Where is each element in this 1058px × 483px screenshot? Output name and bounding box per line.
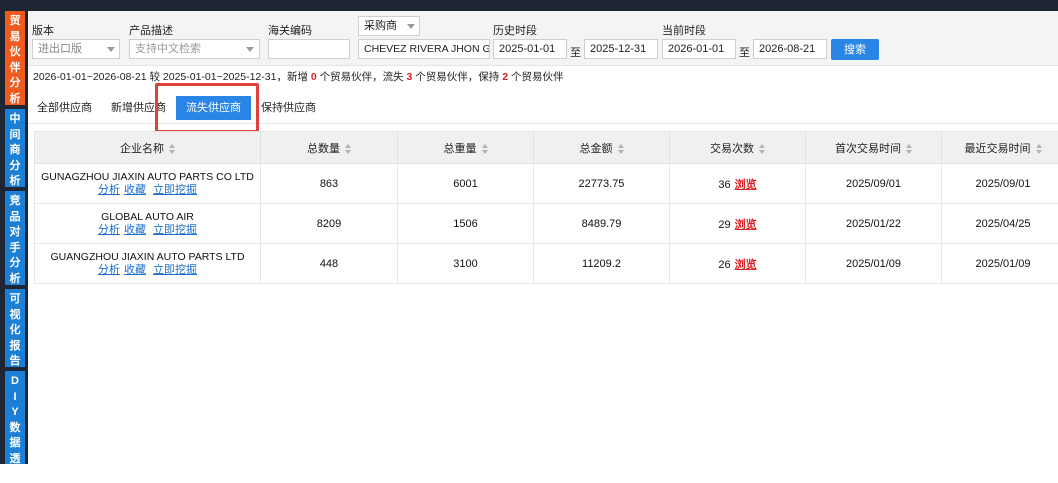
current-to-label: 至 [739, 44, 750, 60]
column-header-first-trade[interactable]: 首次交易时间 [806, 132, 942, 164]
version-select-value: 进出口版 [38, 43, 82, 55]
side-tab-visual-report[interactable]: 可视化报告 [5, 289, 25, 367]
quantity-cell: 863 [261, 164, 398, 204]
buyer-type-select[interactable]: 采购商 [358, 16, 420, 36]
chevron-down-icon [246, 47, 254, 52]
mine-now-link[interactable]: 立即挖掘 [153, 264, 197, 276]
side-tab-diy-pivot[interactable]: DIY数据透视 [5, 371, 25, 464]
current-end-date[interactable]: 2026-08-21 [753, 39, 827, 59]
favorite-link[interactable]: 收藏 [124, 184, 146, 196]
product-input[interactable]: 支持中文检索 [129, 39, 260, 59]
quantity-cell: 448 [261, 244, 398, 284]
trade-count-cell: 29 浏览 [670, 204, 806, 244]
product-label: 产品描述 [129, 22, 173, 38]
company-cell: GUANGZHOU JIAXIN AUTO PARTS LTD 分析收藏 立即挖… [35, 244, 261, 284]
buyer-input-value: CHEVEZ RIVERA JHON G [364, 43, 490, 55]
comparison-summary: 2026-01-01~2026-08-21 较 2025-01-01~2025-… [33, 69, 564, 84]
sort-icon[interactable] [1036, 144, 1042, 154]
hs-code-label: 海关编码 [268, 22, 312, 38]
trade-count-cell: 26 浏览 [670, 244, 806, 284]
table-header-row: 企业名称 总数量 总重量 总金额 交易次数 首次交易时间 最近交易时间 [35, 132, 1058, 164]
row-actions: 分析收藏 立即挖掘 [35, 224, 260, 237]
side-nav: 贸易伙伴分析 中间商分析 竞品对手分析 可视化报告 DIY数据透视 [0, 11, 28, 464]
buyer-input[interactable]: CHEVEZ RIVERA JHON G [358, 39, 490, 59]
side-tab-intermediary-analysis[interactable]: 中间商分析 [5, 109, 25, 187]
tab-kept-suppliers[interactable]: 保持供应商 [261, 96, 316, 120]
sort-icon[interactable] [759, 144, 765, 154]
company-cell: GLOBAL AUTO AIR 分析收藏 立即挖掘 [35, 204, 261, 244]
supplier-table: 企业名称 总数量 总重量 总金额 交易次数 首次交易时间 最近交易时间 GUNA… [34, 131, 1058, 284]
current-start-date[interactable]: 2026-01-01 [662, 39, 736, 59]
chevron-down-icon [107, 47, 115, 52]
sort-icon[interactable] [345, 144, 351, 154]
sort-icon[interactable] [169, 144, 175, 154]
company-cell: GUNAGZHOU JIAXIN AUTO PARTS CO LTD 分析收藏 … [35, 164, 261, 204]
table-row: GLOBAL AUTO AIR 分析收藏 立即挖掘 8209 1506 8489… [35, 204, 1058, 244]
column-header-company[interactable]: 企业名称 [35, 132, 261, 164]
mine-now-link[interactable]: 立即挖掘 [153, 224, 197, 236]
view-link[interactable]: 浏览 [735, 259, 757, 271]
amount-cell: 8489.79 [534, 204, 670, 244]
history-to-label: 至 [570, 44, 581, 60]
table-row: GUANGZHOU JIAXIN AUTO PARTS LTD 分析收藏 立即挖… [35, 244, 1058, 284]
column-header-last-trade[interactable]: 最近交易时间 [942, 132, 1058, 164]
trade-count-cell: 36 浏览 [670, 164, 806, 204]
sort-icon[interactable] [618, 144, 624, 154]
analyze-link[interactable]: 分析 [98, 264, 120, 276]
trade-count: 29 [718, 219, 730, 231]
chevron-down-icon [407, 24, 415, 29]
top-bar [0, 0, 1058, 11]
view-link[interactable]: 浏览 [735, 219, 757, 231]
last-trade-cell: 2025/09/01 [942, 164, 1058, 204]
trade-count: 36 [718, 179, 730, 191]
quantity-cell: 8209 [261, 204, 398, 244]
first-trade-cell: 2025/01/09 [806, 244, 942, 284]
weight-cell: 3100 [398, 244, 534, 284]
company-name: GLOBAL AUTO AIR [35, 211, 260, 224]
side-tab-competitor-analysis[interactable]: 竞品对手分析 [5, 191, 25, 285]
sort-icon[interactable] [906, 144, 912, 154]
favorite-link[interactable]: 收藏 [124, 224, 146, 236]
last-trade-cell: 2025/01/09 [942, 244, 1058, 284]
first-trade-cell: 2025/01/22 [806, 204, 942, 244]
filter-bar: 版本 进出口版 产品描述 支持中文检索 海关编码 采购商 CHEVEZ RIVE… [28, 11, 1058, 66]
table-row: GUNAGZHOU JIAXIN AUTO PARTS CO LTD 分析收藏 … [35, 164, 1058, 204]
column-header-amount[interactable]: 总金额 [534, 132, 670, 164]
row-actions: 分析收藏 立即挖掘 [35, 184, 260, 197]
row-actions: 分析收藏 立即挖掘 [35, 264, 260, 277]
column-header-quantity[interactable]: 总数量 [261, 132, 398, 164]
side-tab-partner-analysis[interactable]: 贸易伙伴分析 [5, 11, 25, 105]
sort-icon[interactable] [482, 144, 488, 154]
last-trade-cell: 2025/04/25 [942, 204, 1058, 244]
main-panel: 版本 进出口版 产品描述 支持中文检索 海关编码 采购商 CHEVEZ RIVE… [28, 11, 1058, 464]
amount-cell: 11209.2 [534, 244, 670, 284]
weight-cell: 1506 [398, 204, 534, 244]
company-name: GUNAGZHOU JIAXIN AUTO PARTS CO LTD [35, 171, 260, 184]
analyze-link[interactable]: 分析 [98, 184, 120, 196]
company-name: GUANGZHOU JIAXIN AUTO PARTS LTD [35, 251, 260, 264]
version-label: 版本 [32, 22, 54, 38]
favorite-link[interactable]: 收藏 [124, 264, 146, 276]
view-link[interactable]: 浏览 [735, 179, 757, 191]
hs-code-input[interactable] [268, 39, 350, 59]
column-header-weight[interactable]: 总重量 [398, 132, 534, 164]
history-start-date[interactable]: 2025-01-01 [493, 39, 567, 59]
analyze-link[interactable]: 分析 [98, 224, 120, 236]
search-button[interactable]: 搜索 [831, 39, 879, 60]
buyer-type-value: 采购商 [364, 20, 397, 32]
trade-count: 26 [718, 259, 730, 271]
tab-all-suppliers[interactable]: 全部供应商 [37, 96, 92, 120]
current-period-label: 当前时段 [662, 22, 706, 38]
highlight-box [155, 83, 259, 133]
column-header-trade-count[interactable]: 交易次数 [670, 132, 806, 164]
history-period-label: 历史时段 [493, 22, 537, 38]
mine-now-link[interactable]: 立即挖掘 [153, 184, 197, 196]
weight-cell: 6001 [398, 164, 534, 204]
product-input-placeholder: 支持中文检索 [135, 43, 201, 55]
version-select[interactable]: 进出口版 [32, 39, 120, 59]
first-trade-cell: 2025/09/01 [806, 164, 942, 204]
amount-cell: 22773.75 [534, 164, 670, 204]
history-end-date[interactable]: 2025-12-31 [584, 39, 658, 59]
